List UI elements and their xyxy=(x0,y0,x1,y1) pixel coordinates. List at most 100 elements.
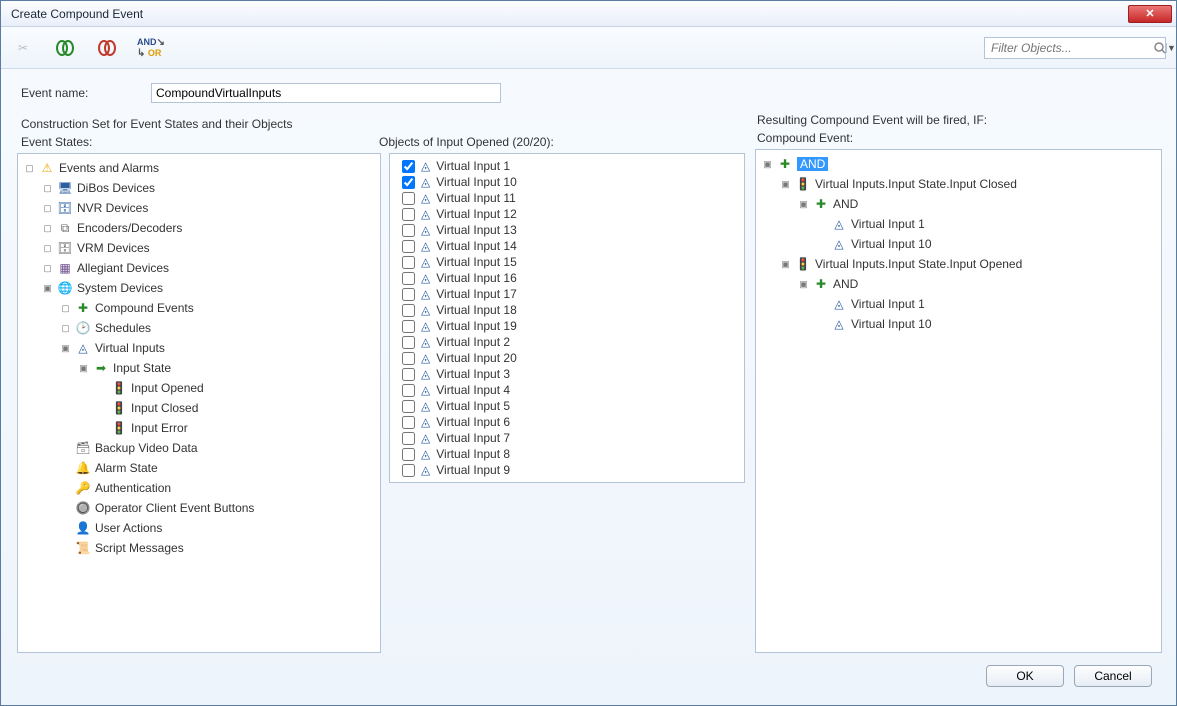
expander-icon[interactable]: ▢ xyxy=(60,303,71,314)
virtual-input-icon: ◬ xyxy=(421,319,430,333)
object-checkbox[interactable] xyxy=(402,240,415,253)
object-checkbox[interactable] xyxy=(402,464,415,477)
object-row[interactable]: ◬Virtual Input 5 xyxy=(392,398,742,414)
tree-node-input-state[interactable]: ▣ ➡ Input State xyxy=(20,358,378,378)
insert-green-button[interactable] xyxy=(53,36,77,60)
objects-column: ◬Virtual Input 1◬Virtual Input 10◬Virtua… xyxy=(389,153,745,653)
object-row[interactable]: ◬Virtual Input 16 xyxy=(392,270,742,286)
object-checkbox[interactable] xyxy=(402,352,415,365)
object-checkbox[interactable] xyxy=(402,224,415,237)
object-row[interactable]: ◬Virtual Input 13 xyxy=(392,222,742,238)
object-label: Virtual Input 1 xyxy=(436,159,510,173)
object-checkbox[interactable] xyxy=(402,384,415,397)
expander-minus-icon[interactable]: ▣ xyxy=(60,343,71,354)
expander-icon[interactable]: ▢ xyxy=(24,163,35,174)
compound-event-caption: Compound Event: xyxy=(757,131,1162,145)
tree-node-backup-video[interactable]: 🗃 Backup Video Data xyxy=(20,438,378,458)
object-row[interactable]: ◬Virtual Input 17 xyxy=(392,286,742,302)
result-node-opened-and[interactable]: ▣ ✚ AND xyxy=(758,274,1159,294)
tree-node-input-closed[interactable]: 🚦 Input Closed xyxy=(20,398,378,418)
object-row[interactable]: ◬Virtual Input 10 xyxy=(392,174,742,190)
tree-node-schedules[interactable]: ▢ 🕑 Schedules xyxy=(20,318,378,338)
object-checkbox[interactable] xyxy=(402,192,415,205)
object-row[interactable]: ◬Virtual Input 2 xyxy=(392,334,742,350)
object-row[interactable]: ◬Virtual Input 1 xyxy=(392,158,742,174)
object-row[interactable]: ◬Virtual Input 18 xyxy=(392,302,742,318)
result-node-closed-path[interactable]: ▣ 🚦 Virtual Inputs.Input State.Input Clo… xyxy=(758,174,1159,194)
expander-minus-icon[interactable]: ▣ xyxy=(780,179,791,190)
tree-node-vrm[interactable]: ▢ 🗄 VRM Devices xyxy=(20,238,378,258)
ok-button[interactable]: OK xyxy=(986,665,1064,687)
expander-icon[interactable]: ▢ xyxy=(42,183,53,194)
result-node-root-and[interactable]: ▣ ✚ AND xyxy=(758,154,1159,174)
expander-minus-icon[interactable]: ▣ xyxy=(762,159,773,170)
object-row[interactable]: ◬Virtual Input 8 xyxy=(392,446,742,462)
result-node-closed-vi1[interactable]: ◬ Virtual Input 1 xyxy=(758,214,1159,234)
object-row[interactable]: ◬Virtual Input 19 xyxy=(392,318,742,334)
window-close-button[interactable]: ✕ xyxy=(1128,5,1172,23)
object-row[interactable]: ◬Virtual Input 20 xyxy=(392,350,742,366)
expander-minus-icon[interactable]: ▣ xyxy=(798,279,809,290)
tree-node-compound-events[interactable]: ▢ ✚ Compound Events xyxy=(20,298,378,318)
object-checkbox[interactable] xyxy=(402,288,415,301)
object-checkbox[interactable] xyxy=(402,368,415,381)
expander-icon[interactable]: ▢ xyxy=(42,243,53,254)
object-row[interactable]: ◬Virtual Input 14 xyxy=(392,238,742,254)
tree-node-script-messages[interactable]: 📜 Script Messages xyxy=(20,538,378,558)
tree-node-user-actions[interactable]: 👤 User Actions xyxy=(20,518,378,538)
tree-node-dibos[interactable]: ▢ 🖥 DiBos Devices xyxy=(20,178,378,198)
tree-node-authentication[interactable]: 🔑 Authentication xyxy=(20,478,378,498)
result-node-closed-vi10[interactable]: ◬ Virtual Input 10 xyxy=(758,234,1159,254)
object-checkbox[interactable] xyxy=(402,208,415,221)
object-checkbox[interactable] xyxy=(402,160,415,173)
expander-icon[interactable]: ▢ xyxy=(42,223,53,234)
expander-minus-icon[interactable]: ▣ xyxy=(780,259,791,270)
object-checkbox[interactable] xyxy=(402,336,415,349)
filter-search-button[interactable] xyxy=(1154,42,1166,54)
object-checkbox[interactable] xyxy=(402,272,415,285)
cancel-button[interactable]: Cancel xyxy=(1074,665,1152,687)
result-node-opened-vi1[interactable]: ◬ Virtual Input 1 xyxy=(758,294,1159,314)
tree-node-virtual-inputs[interactable]: ▣ ◬ Virtual Inputs xyxy=(20,338,378,358)
filter-objects-input[interactable] xyxy=(985,41,1154,55)
object-checkbox[interactable] xyxy=(402,176,415,189)
expander-minus-icon[interactable]: ▣ xyxy=(798,199,809,210)
tree-node-encoders[interactable]: ▢ ⧉ Encoders/Decoders xyxy=(20,218,378,238)
tree-node-input-error[interactable]: 🚦 Input Error xyxy=(20,418,378,438)
object-row[interactable]: ◬Virtual Input 6 xyxy=(392,414,742,430)
insert-red-button[interactable] xyxy=(95,36,119,60)
expander-minus-icon[interactable]: ▣ xyxy=(42,283,53,294)
object-row[interactable]: ◬Virtual Input 11 xyxy=(392,190,742,206)
tree-node-events-and-alarms[interactable]: ▢ ⚠ Events and Alarms xyxy=(20,158,378,178)
object-row[interactable]: ◬Virtual Input 4 xyxy=(392,382,742,398)
tree-node-alarm-state[interactable]: 🔔 Alarm State xyxy=(20,458,378,478)
filter-dropdown-button[interactable]: ▼ xyxy=(1166,43,1176,53)
tree-node-nvr[interactable]: ▢ 🗄 NVR Devices xyxy=(20,198,378,218)
result-node-closed-and[interactable]: ▣ ✚ AND xyxy=(758,194,1159,214)
object-checkbox[interactable] xyxy=(402,320,415,333)
object-row[interactable]: ◬Virtual Input 3 xyxy=(392,366,742,382)
tree-node-input-opened[interactable]: 🚦 Input Opened xyxy=(20,378,378,398)
expander-icon[interactable]: ▢ xyxy=(60,323,71,334)
object-row[interactable]: ◬Virtual Input 12 xyxy=(392,206,742,222)
tree-node-allegiant[interactable]: ▢ ▦ Allegiant Devices xyxy=(20,258,378,278)
object-checkbox[interactable] xyxy=(402,400,415,413)
object-checkbox[interactable] xyxy=(402,256,415,269)
expander-icon[interactable]: ▢ xyxy=(42,203,53,214)
object-row[interactable]: ◬Virtual Input 9 xyxy=(392,462,742,478)
object-checkbox[interactable] xyxy=(402,448,415,461)
and-or-toggle-button[interactable]: AND↘ ↳ OR xyxy=(137,37,165,59)
result-node-opened-vi10[interactable]: ◬ Virtual Input 10 xyxy=(758,314,1159,334)
expander-minus-icon[interactable]: ▣ xyxy=(78,363,89,374)
result-node-opened-path[interactable]: ▣ 🚦 Virtual Inputs.Input State.Input Ope… xyxy=(758,254,1159,274)
object-checkbox[interactable] xyxy=(402,304,415,317)
object-checkbox[interactable] xyxy=(402,432,415,445)
tree-node-system-devices[interactable]: ▣ 🌐 System Devices xyxy=(20,278,378,298)
event-name-input[interactable] xyxy=(151,83,501,103)
tree-node-operator-client-buttons[interactable]: 🔘 Operator Client Event Buttons xyxy=(20,498,378,518)
virtual-input-icon: ◬ xyxy=(421,431,430,445)
object-checkbox[interactable] xyxy=(402,416,415,429)
object-row[interactable]: ◬Virtual Input 15 xyxy=(392,254,742,270)
object-row[interactable]: ◬Virtual Input 7 xyxy=(392,430,742,446)
expander-icon[interactable]: ▢ xyxy=(42,263,53,274)
